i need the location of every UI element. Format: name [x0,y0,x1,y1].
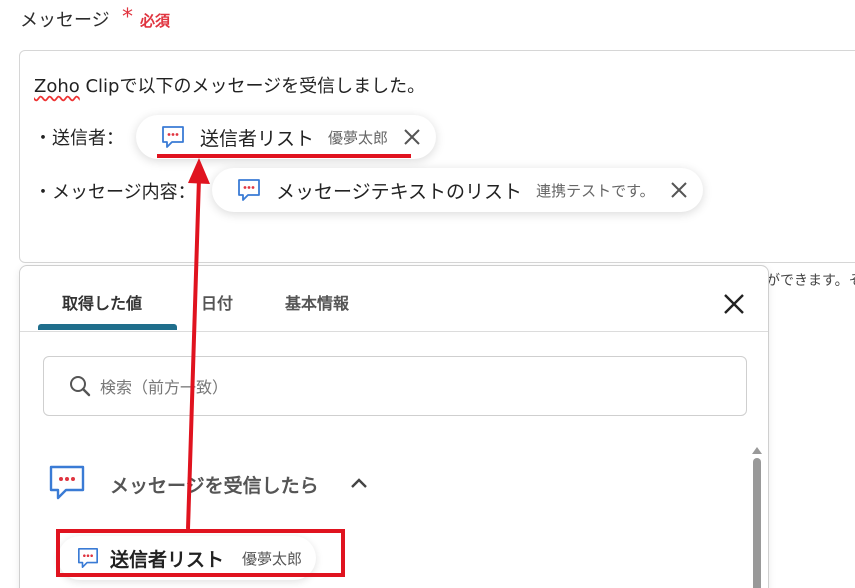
close-icon[interactable] [669,180,689,200]
chip-sample: 優夢太郎 [328,128,389,147]
message-line-1: Zoho Clipで以下のメッセージを受信しました。 [34,72,425,98]
scrollbar-thumb[interactable] [753,458,761,588]
chip-sample: 連携テストです。 [536,181,655,200]
red-underline [157,154,411,158]
chat-bubble-icon [49,465,85,500]
field-label: メッセージ [20,10,110,31]
close-icon[interactable] [722,292,746,316]
search-placeholder: 検索（前方一致） [100,378,229,397]
chat-bubble-icon [162,126,184,148]
required-star: * [122,5,133,30]
chevron-up-icon[interactable] [350,476,368,490]
tab-divider [20,331,768,332]
message-text-list-chip[interactable]: メッセージテキストのリスト 連携テストです。 [212,168,703,212]
chip-label: メッセージテキストのリスト [276,180,523,203]
scroll-up-arrow-icon[interactable] [752,446,762,454]
chip-label: 送信者リスト [200,127,315,150]
message-line-2: ・送信者： [34,128,124,149]
active-tab-indicator [38,324,177,330]
close-icon[interactable] [402,127,422,147]
hint-text: ができます。そ [766,273,855,289]
required-text: 必須 [140,12,171,30]
tab-acquired-values[interactable]: 取得した値 [62,290,142,314]
trigger-group-label[interactable]: メッセージを受信したら [110,471,319,498]
line1-text: Clipで以下のメッセージを受信しました。 [79,76,426,97]
search-input[interactable]: 検索（前方一致） [43,356,747,416]
chat-bubble-icon [238,179,260,201]
highlight-box [56,529,345,577]
search-icon [70,376,91,397]
message-line-3: ・メッセージ内容： [34,182,196,203]
tab-basic-info[interactable]: 基本情報 [285,290,349,314]
tab-date[interactable]: 日付 [201,290,233,314]
sender-list-chip[interactable]: 送信者リスト 優夢太郎 [136,115,437,159]
zoho-word: Zoho [34,76,80,97]
